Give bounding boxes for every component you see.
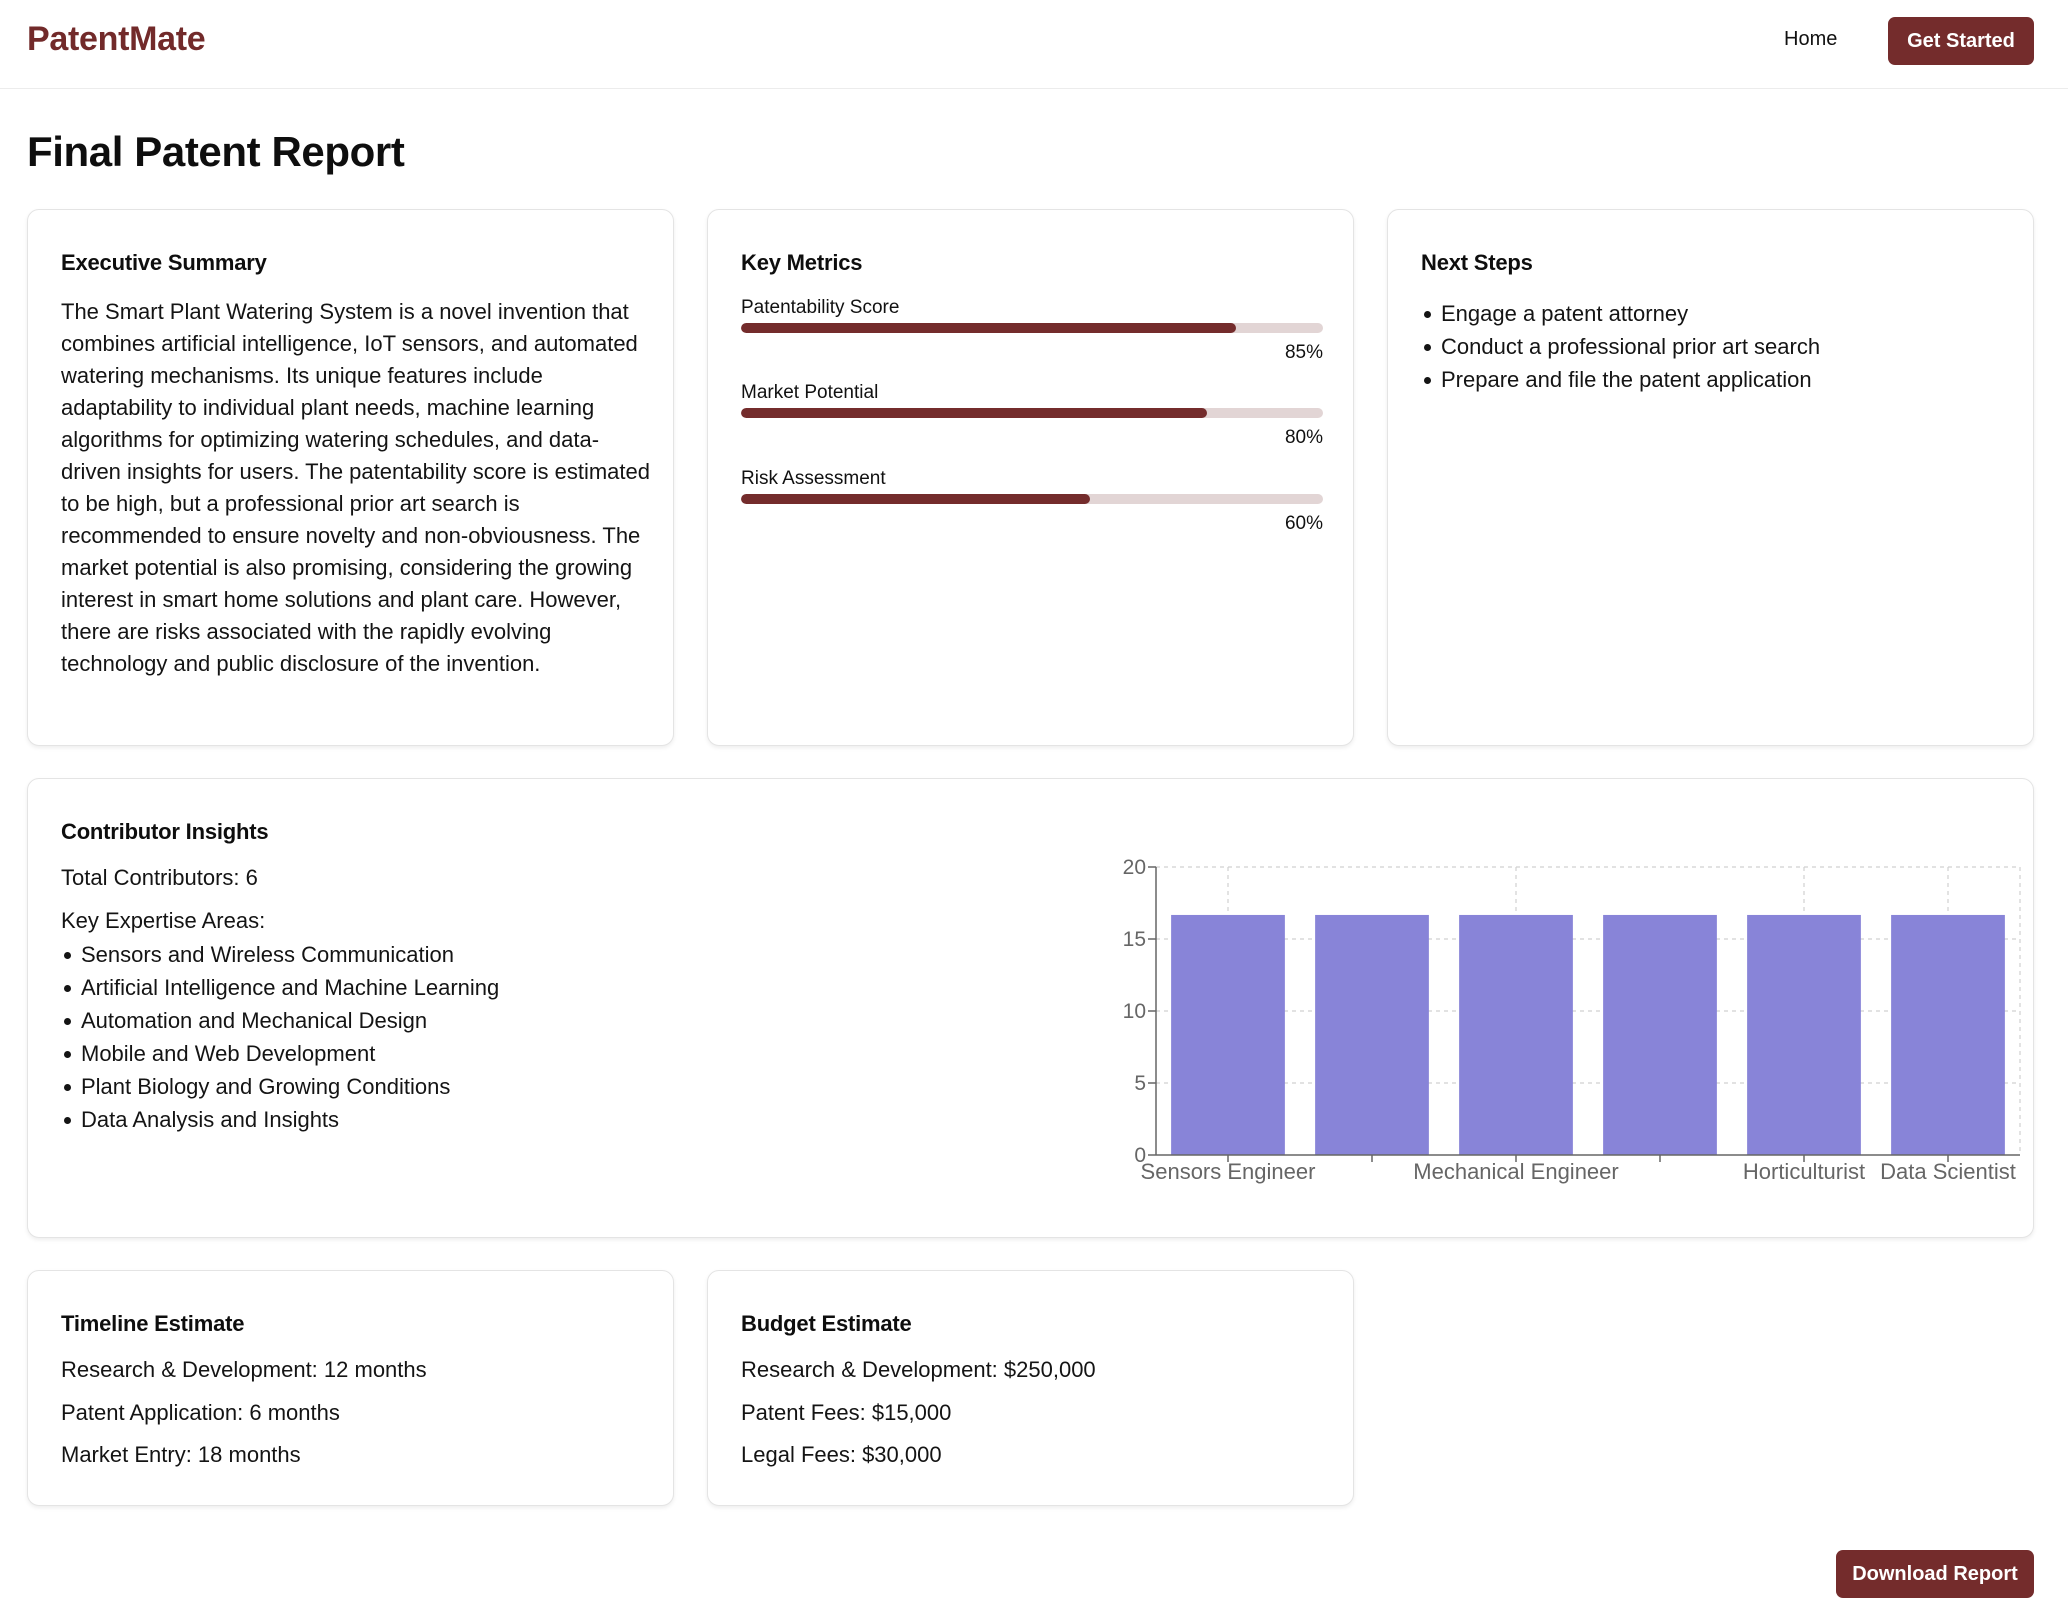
metric-label: Patentability Score: [741, 297, 1323, 319]
y-tick-label: 15: [1123, 928, 1146, 951]
list-item: Engage a patent attorney: [1421, 297, 1820, 330]
x-tick-label: Sensors Engineer: [1141, 1159, 1316, 1184]
budget-item: Patent Fees: $15,000: [741, 1400, 951, 1426]
next-steps-list: Engage a patent attorney Conduct a profe…: [1421, 297, 1820, 396]
chart-bar: [1171, 915, 1285, 1155]
page-title: Final Patent Report: [27, 128, 404, 176]
list-item: Data Analysis and Insights: [61, 1103, 499, 1136]
progress-fill: [741, 408, 1207, 418]
x-tick-label: Data Scientist: [1880, 1159, 2016, 1184]
card-title: Contributor Insights: [61, 819, 268, 845]
chart-bar: [1459, 915, 1573, 1155]
contributor-insights-card: Contributor Insights Total Contributors:…: [27, 778, 2034, 1238]
expertise-list: Sensors and Wireless Communication Artif…: [61, 938, 499, 1136]
timeline-item: Research & Development: 12 months: [61, 1357, 427, 1383]
metric-percent: 60%: [1285, 513, 1323, 535]
metric-patentability: Patentability Score 85%: [741, 297, 1323, 369]
list-item: Artificial Intelligence and Machine Lear…: [61, 971, 499, 1004]
metric-label: Market Potential: [741, 382, 1323, 404]
budget-item: Research & Development: $250,000: [741, 1357, 1096, 1383]
executive-summary-card: Executive Summary The Smart Plant Wateri…: [27, 209, 674, 746]
x-tick-label: Horticulturist: [1743, 1159, 1865, 1184]
list-item: Prepare and file the patent application: [1421, 363, 1820, 396]
progress-fill: [741, 494, 1090, 504]
metric-percent: 80%: [1285, 427, 1323, 449]
get-started-button[interactable]: Get Started: [1888, 17, 2034, 65]
contributor-bar-chart: 05101520Sensors EngineerMechanical Engin…: [1078, 859, 2038, 1199]
card-title: Executive Summary: [61, 250, 267, 276]
metric-risk-assessment: Risk Assessment 60%: [741, 468, 1323, 540]
nav-home-link[interactable]: Home: [1784, 28, 1837, 51]
progress-bar: [741, 494, 1323, 504]
x-tick-label: Mechanical Engineer: [1413, 1159, 1618, 1184]
chart-bar: [1891, 915, 2005, 1155]
top-navbar: PatentMate Home Get Started: [0, 0, 2068, 89]
budget-estimate-card: Budget Estimate Research & Development: …: [707, 1270, 1354, 1506]
y-tick-label: 5: [1134, 1072, 1146, 1095]
timeline-item: Patent Application: 6 months: [61, 1400, 340, 1426]
summary-text: The Smart Plant Watering System is a nov…: [61, 296, 651, 680]
timeline-item: Market Entry: 18 months: [61, 1442, 301, 1468]
list-item: Automation and Mechanical Design: [61, 1004, 499, 1037]
chart-bar: [1603, 915, 1717, 1155]
metric-label: Risk Assessment: [741, 468, 1323, 490]
card-title: Budget Estimate: [741, 1311, 912, 1337]
list-item: Conduct a professional prior art search: [1421, 330, 1820, 363]
expertise-heading: Key Expertise Areas:: [61, 908, 265, 934]
card-title: Timeline Estimate: [61, 1311, 244, 1337]
budget-item: Legal Fees: $30,000: [741, 1442, 942, 1468]
list-item: Mobile and Web Development: [61, 1037, 499, 1070]
chart-bar: [1315, 915, 1429, 1155]
total-contributors: Total Contributors: 6: [61, 865, 258, 891]
metric-market-potential: Market Potential 80%: [741, 382, 1323, 454]
progress-bar: [741, 323, 1323, 333]
next-steps-card: Next Steps Engage a patent attorney Cond…: [1387, 209, 2034, 746]
y-tick-label: 20: [1123, 859, 1146, 879]
card-title: Next Steps: [1421, 250, 1533, 276]
list-item: Sensors and Wireless Communication: [61, 938, 499, 971]
chart-bar: [1747, 915, 1861, 1155]
download-report-button[interactable]: Download Report: [1836, 1550, 2034, 1598]
progress-bar: [741, 408, 1323, 418]
timeline-estimate-card: Timeline Estimate Research & Development…: [27, 1270, 674, 1506]
metric-percent: 85%: [1285, 342, 1323, 364]
progress-fill: [741, 323, 1236, 333]
card-title: Key Metrics: [741, 250, 862, 276]
y-tick-label: 10: [1123, 1000, 1146, 1023]
brand-logo[interactable]: PatentMate: [27, 20, 205, 59]
key-metrics-card: Key Metrics Patentability Score 85% Mark…: [707, 209, 1354, 746]
list-item: Plant Biology and Growing Conditions: [61, 1070, 499, 1103]
